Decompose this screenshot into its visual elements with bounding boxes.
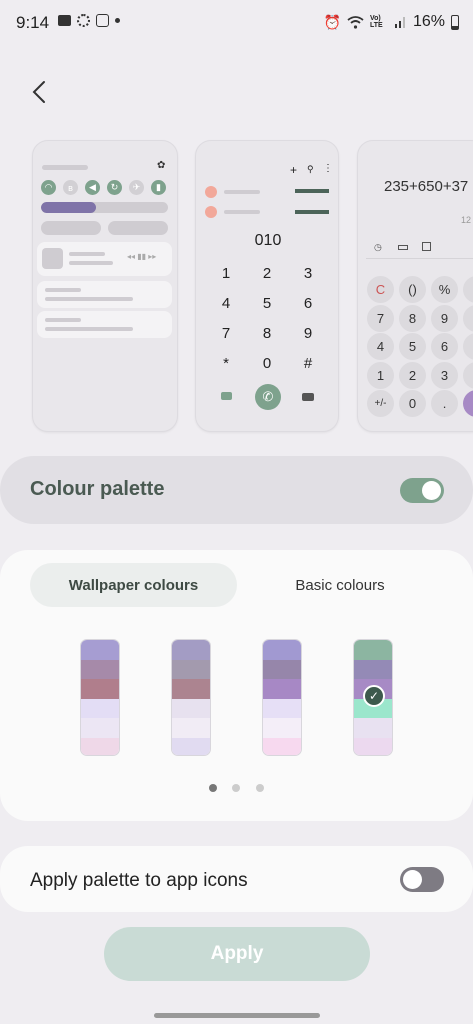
apply-to-icons-label: Apply palette to app icons [30,870,248,891]
dial-key: 2 [262,265,272,282]
calc-key: 5 [399,333,426,360]
page-dot[interactable] [232,784,240,792]
brightness-slider [41,202,168,213]
calc-key: +/- [367,390,394,417]
page-dot[interactable] [209,784,217,792]
network-label: Vo) LTE [369,15,383,29]
chevron-left-icon [32,81,45,103]
colour-palette-label: Colour palette [30,478,165,500]
dial-key: 4 [221,295,231,312]
dial-key: 3 [303,265,313,282]
gallery-icon [58,15,71,26]
video-call-icon [221,392,232,400]
calc-key: 0 [399,390,426,417]
tab-basic-colours[interactable]: Basic colours [265,563,415,607]
calc-key [463,362,473,389]
preview-quick-panel: ✿ ◠ ʙ ◀ ↻ ✈ ▮ ◂◂ ▮▮ ▸▸ [32,140,178,432]
alarm-icon: ⏰ [323,13,341,30]
flashlight-icon: ▮ [151,180,166,195]
calc-key: 3 [431,362,458,389]
apply-button[interactable]: Apply [104,927,370,981]
home-indicator[interactable] [154,1013,320,1018]
search-icon: ⚲ [307,164,314,174]
calc-key [463,333,473,360]
palette-swatch[interactable] [80,639,120,756]
ruler-icon [398,245,408,250]
palette-swatch[interactable] [171,639,211,756]
add-icon: + [290,163,298,177]
more-notifications-icon [115,18,120,23]
avatar [205,206,217,218]
calc-key: 9 [431,305,458,332]
dial-key: * [223,355,229,372]
dial-key: 7 [221,325,231,342]
apply-to-icons-row[interactable]: Apply palette to app icons [0,846,473,912]
bluetooth-icon: ʙ [63,180,78,195]
apply-to-icons-toggle[interactable] [400,867,444,892]
calc-key: 7 [367,305,394,332]
calc-key: . [431,390,458,417]
battery-icon [451,14,459,30]
check-icon: ✓ [363,685,385,707]
tab-wallpaper-colours[interactable]: Wallpaper colours [30,563,237,607]
dial-key: 0 [262,355,272,372]
dial-key: # [303,355,313,372]
media-card: ◂◂ ▮▮ ▸▸ [37,242,172,276]
sync-icon [77,14,90,27]
calc-key: 4 [367,333,394,360]
sound-icon: ◀ [85,180,100,195]
rotate-icon: ↻ [107,180,122,195]
calc-key: 6 [431,333,458,360]
dial-key: 1 [221,265,231,282]
notification-card [37,311,172,338]
calc-key [463,305,473,332]
calc-equals-key [463,390,473,417]
avatar [205,186,217,198]
calc-key: 1 [367,362,394,389]
page-dot[interactable] [256,784,264,792]
settings-icon: ✿ [157,160,166,171]
calc-key [463,276,473,303]
calc-key: 2 [399,362,426,389]
colour-palette-toggle[interactable] [400,478,444,503]
dial-key: 8 [262,325,272,342]
calc-key: () [399,276,426,303]
history-icon: ◷ [374,242,382,252]
dialed-number: 010 [254,232,282,249]
more-icon: ⋮ [323,163,333,174]
airplane-icon: ✈ [129,180,144,195]
dial-key: 5 [262,295,272,312]
wifi-toggle-icon: ◠ [41,180,56,195]
palette-panel: Wallpaper colours Basic colours ✓ [0,550,473,821]
calc-result: 12 [461,215,472,225]
preview-calculator: 235+650+37 12 ◷ C () % 7 8 9 4 5 6 1 2 3… [357,140,473,432]
notification-card [37,281,172,308]
palette-swatch[interactable] [262,639,302,756]
dial-key: 6 [303,295,313,312]
signal-icon [394,16,405,28]
battery-percent: 16% [412,13,445,30]
status-bar: 9:14 ⏰ Vo) LTE 16% [0,0,473,44]
calc-expression: 235+650+37 [384,178,469,195]
colour-palette-row[interactable]: Colour palette [0,456,473,524]
wifi-icon [347,15,364,29]
preview-dialer: + ⚲ ⋮ 010 1 2 3 4 5 6 7 8 9 * 0 # ✆ [195,140,339,432]
instagram-icon [96,14,109,27]
dial-key: 9 [303,325,313,342]
calc-key: % [431,276,458,303]
scientific-icon [422,242,431,251]
call-icon: ✆ [255,384,281,410]
calc-key: C [367,276,394,303]
back-button[interactable] [22,74,56,110]
status-time: 9:14 [16,13,50,32]
backspace-icon [302,393,314,401]
palette-swatch[interactable]: ✓ [353,639,393,756]
calc-key: 8 [399,305,426,332]
